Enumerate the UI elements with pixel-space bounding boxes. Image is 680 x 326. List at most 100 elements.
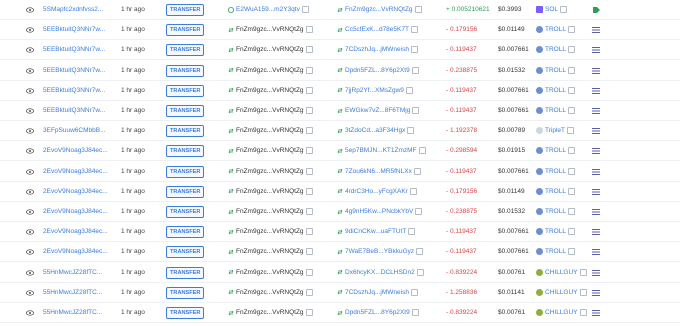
to-address[interactable]: 4g9nH5Kw...PNcbkYbV <box>337 208 423 216</box>
eye-icon[interactable] <box>26 168 34 176</box>
copy-icon[interactable] <box>579 288 587 296</box>
copy-icon[interactable] <box>301 6 309 13</box>
to-address[interactable]: 5ep7BMJN...KT1ZmzMF <box>337 147 426 155</box>
signature-link[interactable]: 2EvoV9Noag3J84ec... <box>43 168 108 176</box>
copy-icon[interactable] <box>579 268 587 276</box>
token-link[interactable]: TROLL <box>536 66 575 75</box>
copy-icon[interactable] <box>567 228 575 236</box>
copy-icon[interactable] <box>418 147 426 155</box>
eye-icon[interactable] <box>26 289 34 297</box>
token-link[interactable]: CHILLGUY <box>536 288 587 297</box>
copy-icon[interactable] <box>410 46 418 54</box>
signature-link[interactable]: 5SMapfc2xdnfvss2... <box>43 6 103 14</box>
from-address[interactable]: FnZm9gzc...VvRNQtZg <box>228 228 313 236</box>
token-link[interactable]: TROLL <box>536 187 575 196</box>
copy-icon[interactable] <box>305 107 313 114</box>
eye-icon[interactable] <box>26 147 34 155</box>
copy-icon[interactable] <box>305 248 313 256</box>
to-address[interactable]: Dpdn5FZL...8Y6p2Xt9 <box>337 309 419 317</box>
signature-link[interactable]: 5EEBktuitQ3NNr7w... <box>43 67 105 75</box>
from-address[interactable]: FnZm9gzc...VvRNQtZg <box>228 167 313 176</box>
copy-icon[interactable] <box>305 187 313 195</box>
copy-icon[interactable] <box>567 208 575 215</box>
copy-icon[interactable] <box>411 309 419 316</box>
from-address[interactable]: FnZm9gzc...VvRNQtZg <box>228 86 313 95</box>
eye-icon[interactable] <box>26 309 34 317</box>
copy-icon[interactable] <box>410 26 418 34</box>
copy-icon[interactable] <box>567 248 575 256</box>
eye-icon[interactable] <box>26 46 34 54</box>
to-address[interactable]: 7WaE7BeB...YBkkuGyz <box>337 248 424 256</box>
eye-icon[interactable] <box>26 188 34 196</box>
eye-icon[interactable] <box>26 67 34 75</box>
eye-icon[interactable] <box>26 269 34 277</box>
signature-link[interactable]: 5EEBktuitQ3NNr7w... <box>43 26 105 34</box>
from-address[interactable]: FnZm9gzc...VvRNQtZg <box>228 208 313 216</box>
signature-link[interactable]: 5EEBktuitQ3NNr7w... <box>43 107 105 115</box>
copy-icon[interactable] <box>305 268 313 276</box>
from-address[interactable]: FnZm9gzc...VvRNQtZg <box>228 309 313 317</box>
signature-link[interactable]: 5EEBktuitQ3NNr7w... <box>43 87 105 95</box>
to-address[interactable]: Dx6hcyKX...DCLHSDn2 <box>337 268 424 277</box>
copy-icon[interactable] <box>305 208 313 215</box>
signature-link[interactable]: 5EEBktuitQ3NNr7w... <box>43 46 105 54</box>
from-address[interactable]: FnZm9gzc...VvRNQtZg <box>228 66 313 75</box>
from-address[interactable]: E2WuA159...m2Y3qtv <box>228 6 309 14</box>
signature-link[interactable]: 3EFpSuuw6CMbbB... <box>43 127 106 135</box>
copy-icon[interactable] <box>560 6 568 13</box>
from-address[interactable]: FnZm9gzc...VvRNQtZg <box>228 26 313 34</box>
to-address[interactable]: 7CDszhJq...jMWneish <box>337 46 418 54</box>
to-address[interactable]: Dpdn5FZL...8Y6p2Xt9 <box>337 66 419 75</box>
token-link[interactable]: CHILLGUY <box>536 268 587 277</box>
copy-icon[interactable] <box>414 6 422 13</box>
token-link[interactable]: TROLL <box>536 147 575 155</box>
copy-icon[interactable] <box>411 66 419 74</box>
eye-icon[interactable] <box>26 248 34 256</box>
to-address[interactable]: Cc5cfExK...d78e5K7T <box>337 26 418 34</box>
token-link[interactable]: TROLL <box>536 107 575 115</box>
copy-icon[interactable] <box>305 228 313 236</box>
eye-icon[interactable] <box>26 26 34 34</box>
to-address[interactable]: 7Zou6kN6...MR5fNLXx <box>337 167 421 176</box>
from-address[interactable]: FnZm9gzc...VvRNQtZg <box>228 268 313 277</box>
copy-icon[interactable] <box>567 46 575 54</box>
copy-icon[interactable] <box>305 127 313 135</box>
to-address[interactable]: 7jjRp2Yf...XMsZgw9 <box>337 86 413 95</box>
copy-icon[interactable] <box>567 107 575 114</box>
copy-icon[interactable] <box>305 86 313 94</box>
to-address[interactable]: FnZm9gzc...VvRNQtZg <box>337 6 422 14</box>
eye-icon[interactable] <box>26 127 34 135</box>
token-link[interactable]: TROLL <box>536 248 575 256</box>
token-link[interactable]: TROLL <box>536 86 575 95</box>
from-address[interactable]: FnZm9gzc...VvRNQtZg <box>228 46 313 54</box>
copy-icon[interactable] <box>410 288 418 296</box>
token-link[interactable]: SOL <box>536 6 568 14</box>
copy-icon[interactable] <box>305 167 313 175</box>
copy-icon[interactable] <box>305 66 313 74</box>
from-address[interactable]: FnZm9gzc...VvRNQtZg <box>228 288 313 297</box>
to-address[interactable]: 4rdrC3Ho...yFcgXAKr <box>337 187 417 196</box>
copy-icon[interactable] <box>416 248 424 256</box>
token-link[interactable]: TROLL <box>536 208 575 216</box>
signature-link[interactable]: 55HnMwcJZ28fTC... <box>43 309 102 317</box>
copy-icon[interactable] <box>305 147 313 155</box>
copy-icon[interactable] <box>567 187 575 195</box>
copy-icon[interactable] <box>567 26 575 34</box>
copy-icon[interactable] <box>567 86 575 94</box>
copy-icon[interactable] <box>407 127 415 135</box>
copy-icon[interactable] <box>415 208 423 215</box>
token-link[interactable]: TROLL <box>536 26 575 34</box>
copy-icon[interactable] <box>405 86 413 94</box>
copy-icon[interactable] <box>416 268 424 276</box>
to-address[interactable]: 7CDszhJq...jMWneish <box>337 288 418 297</box>
token-link[interactable]: CHILLGUY <box>536 309 587 317</box>
copy-icon[interactable] <box>567 66 575 74</box>
from-address[interactable]: FnZm9gzc...VvRNQtZg <box>228 127 313 135</box>
copy-icon[interactable] <box>412 107 420 114</box>
signature-link[interactable]: 2EvoV9Noag3J84ec... <box>43 208 108 216</box>
signature-link[interactable]: 55HnMwcJZ28fTC... <box>43 269 102 277</box>
eye-icon[interactable] <box>26 87 34 95</box>
token-link[interactable]: TROLL <box>536 167 575 176</box>
from-address[interactable]: FnZm9gzc...VvRNQtZg <box>228 187 313 196</box>
signature-link[interactable]: 2EvoV9Noag3J84ec... <box>43 248 108 256</box>
